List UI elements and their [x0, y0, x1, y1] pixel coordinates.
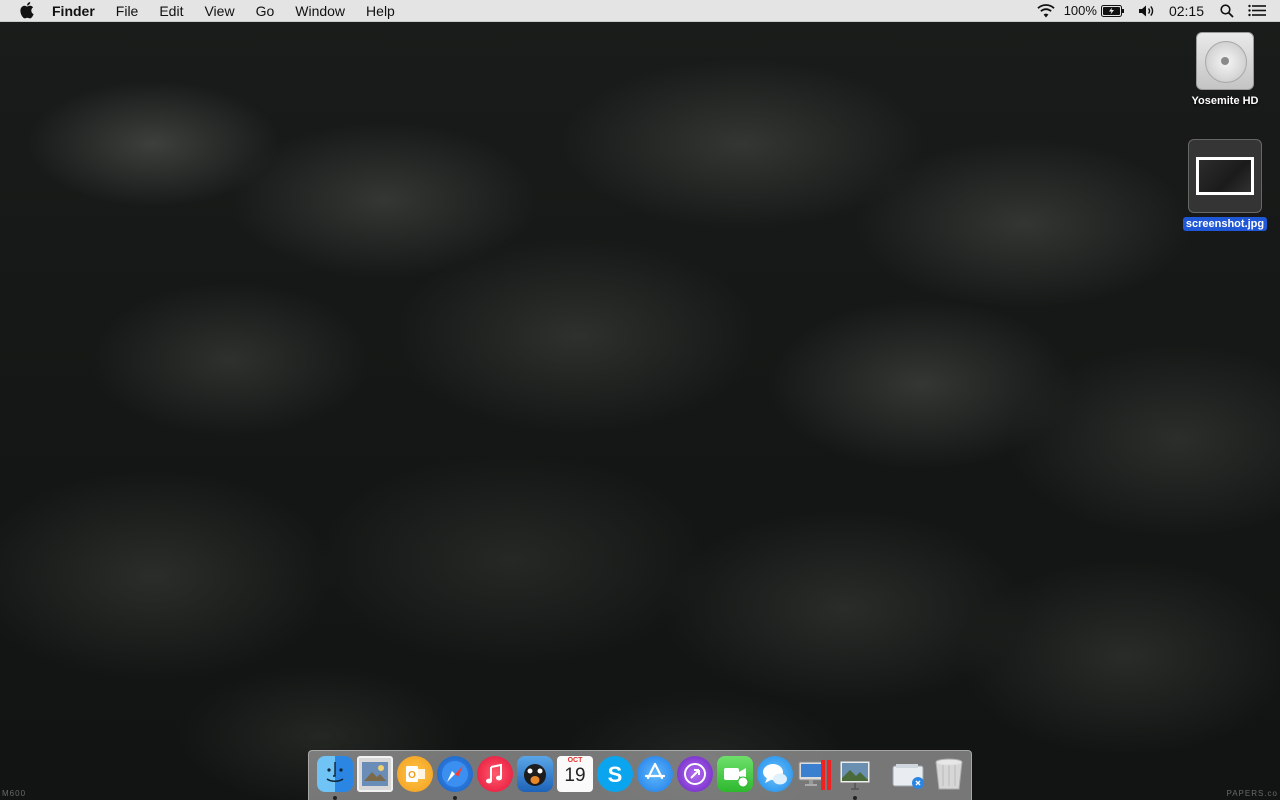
downloads-folder-icon: [891, 756, 927, 792]
calendar-icon: OCT 19: [557, 756, 593, 792]
calendar-day: 19: [564, 765, 586, 786]
dock-item-messages[interactable]: [757, 756, 793, 792]
photo-slideshow-icon: [837, 756, 873, 792]
menu-help[interactable]: Help: [366, 0, 395, 22]
trash-icon: [931, 756, 967, 792]
menu-edit[interactable]: Edit: [159, 0, 183, 22]
outlook-icon: O: [397, 756, 433, 792]
running-indicator: [333, 796, 337, 800]
wallpaper-watermark-left: M600: [2, 789, 27, 798]
finder-icon: [317, 756, 353, 792]
hard-drive-icon: [1196, 32, 1254, 90]
wallpaper-watermark-right: PAPERS.co: [1226, 789, 1278, 798]
skype-icon: S: [597, 756, 633, 792]
battery-charging-icon[interactable]: [1100, 4, 1125, 17]
dock-item-facetime[interactable]: [717, 756, 753, 792]
desktop-icon-screenshot[interactable]: screenshot.jpg: [1180, 139, 1270, 231]
running-indicator: [853, 796, 857, 800]
facetime-icon: [717, 756, 753, 792]
dock-item-finder[interactable]: [317, 756, 353, 800]
parallels-icon: [797, 756, 833, 792]
dock-item-mixer[interactable]: [677, 756, 713, 792]
desktop-icon-yosemite-hd[interactable]: Yosemite HD: [1180, 32, 1270, 108]
dock-item-preview[interactable]: [357, 756, 393, 792]
volume-icon[interactable]: [1138, 4, 1156, 18]
dock-item-outlook[interactable]: O: [397, 756, 433, 792]
menu-file[interactable]: File: [116, 0, 139, 22]
menu-view[interactable]: View: [204, 0, 234, 22]
desktop-icon-label: Yosemite HD: [1191, 95, 1259, 107]
itunes-icon: [477, 756, 513, 792]
dock-item-growl[interactable]: [517, 756, 553, 792]
messages-icon: [757, 756, 793, 792]
desktop-icon-label: screenshot.jpg: [1182, 217, 1268, 231]
menu-app-finder[interactable]: Finder: [52, 0, 95, 22]
desktop[interactable]: Finder File Edit View Go Window Help 100…: [0, 0, 1280, 800]
image-file-icon: [1188, 139, 1262, 213]
image-thumbnail: [1196, 157, 1254, 195]
battery-percent[interactable]: 100%: [1064, 3, 1097, 18]
app-store-icon: [637, 756, 673, 792]
dock-item-app-store[interactable]: [637, 756, 673, 792]
dock-item-skype[interactable]: S: [597, 756, 633, 792]
svg-text:S: S: [608, 762, 623, 787]
dock-item-photo-slideshow[interactable]: [837, 756, 873, 800]
status-area: 100% 02:15: [1024, 0, 1280, 22]
dock-item-safari[interactable]: [437, 756, 473, 800]
menu-go[interactable]: Go: [256, 0, 275, 22]
dock-item-calendar[interactable]: OCT 19: [557, 756, 593, 792]
spotlight-search-icon[interactable]: [1220, 3, 1234, 18]
dock-item-parallels[interactable]: [797, 756, 833, 792]
svg-text:O: O: [408, 770, 416, 781]
preview-icon: [357, 756, 393, 792]
dock-item-trash[interactable]: [931, 756, 967, 792]
dock-item-itunes[interactable]: [477, 756, 513, 792]
menu-bar: Finder File Edit View Go Window Help 100…: [0, 0, 1280, 22]
running-indicator: [453, 796, 457, 800]
safari-icon: [437, 756, 473, 792]
calendar-month: OCT: [567, 757, 583, 764]
dock-item-downloads[interactable]: [891, 756, 927, 792]
mixer-icon: [677, 756, 713, 792]
dock: O OCT 19 S: [308, 750, 972, 800]
clock[interactable]: 02:15: [1169, 3, 1204, 19]
menu-window[interactable]: Window: [295, 0, 345, 22]
growl-icon: [517, 756, 553, 792]
notification-center-icon[interactable]: [1248, 4, 1266, 17]
apple-icon[interactable]: [18, 2, 36, 20]
wifi-icon[interactable]: [1037, 3, 1055, 18]
